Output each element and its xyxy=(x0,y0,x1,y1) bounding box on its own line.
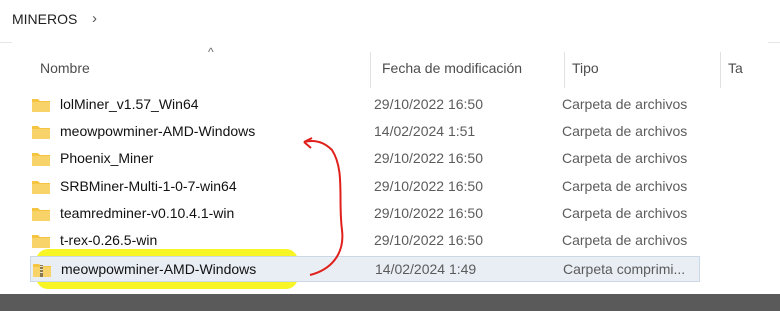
file-date: 29/10/2022 16:50 xyxy=(374,96,483,112)
folder-icon xyxy=(32,126,50,139)
column-divider[interactable] xyxy=(564,52,565,88)
list-item[interactable]: teamredminer-v0.10.4.1-win 29/10/2022 16… xyxy=(30,201,700,227)
list-item[interactable]: Phoenix_Miner 29/10/2022 16:50 Carpeta d… xyxy=(30,146,700,172)
file-name: meowpowminer-AMD-Windows xyxy=(60,123,256,139)
column-header-size[interactable]: Ta xyxy=(728,60,743,76)
breadcrumb-folder-mineros[interactable]: MINEROS xyxy=(12,11,77,27)
file-name: t-rex-0.26.5-win xyxy=(60,232,158,248)
column-divider[interactable] xyxy=(370,52,371,88)
file-date: 29/10/2022 16:50 xyxy=(374,205,483,221)
bottom-border xyxy=(0,294,780,311)
sort-ascending-icon: ^ xyxy=(208,45,214,59)
column-divider[interactable] xyxy=(720,52,721,88)
file-type: Carpeta de archivos xyxy=(562,150,688,166)
column-header-date[interactable]: Fecha de modificación xyxy=(382,60,522,76)
chevron-right-icon[interactable]: › xyxy=(92,10,97,27)
file-type: Carpeta de archivos xyxy=(562,123,688,139)
folder-icon xyxy=(32,181,50,194)
folder-icon xyxy=(32,235,50,248)
file-type: Carpeta de archivos xyxy=(562,232,688,248)
folder-icon xyxy=(32,99,50,112)
breadcrumb: MINEROS › xyxy=(0,0,780,43)
file-type: Carpeta comprimi... xyxy=(563,261,686,277)
column-header-type[interactable]: Tipo xyxy=(572,60,599,76)
folder-icon xyxy=(32,208,50,221)
file-date: 14/02/2024 1:49 xyxy=(375,261,477,277)
folder-icon xyxy=(32,153,50,166)
file-type: Carpeta de archivos xyxy=(562,178,688,194)
file-date: 29/10/2022 16:50 xyxy=(374,232,483,248)
file-name: teamredminer-v0.10.4.1-win xyxy=(60,205,235,221)
file-date: 29/10/2022 16:50 xyxy=(374,178,483,194)
list-item[interactable]: t-rex-0.26.5-win 29/10/2022 16:50 Carpet… xyxy=(30,228,700,254)
list-item-selected[interactable]: meowpowminer-AMD-Windows 14/02/2024 1:49… xyxy=(30,256,700,282)
file-name: lolMiner_v1.57_Win64 xyxy=(60,96,199,112)
column-header-name[interactable]: Nombre xyxy=(40,60,90,76)
file-date: 29/10/2022 16:50 xyxy=(374,150,483,166)
zip-folder-icon xyxy=(33,264,51,277)
file-type: Carpeta de archivos xyxy=(562,205,688,221)
file-name: meowpowminer-AMD-Windows xyxy=(61,261,257,277)
list-item[interactable]: SRBMiner-Multi-1-0-7-win64 29/10/2022 16… xyxy=(30,174,700,200)
list-item[interactable]: meowpowminer-AMD-Windows 14/02/2024 1:51… xyxy=(30,119,700,145)
list-item[interactable]: lolMiner_v1.57_Win64 29/10/2022 16:50 Ca… xyxy=(30,92,700,118)
file-date: 14/02/2024 1:51 xyxy=(374,123,476,139)
file-name: Phoenix_Miner xyxy=(60,150,154,166)
file-name: SRBMiner-Multi-1-0-7-win64 xyxy=(60,178,237,194)
file-type: Carpeta de archivos xyxy=(562,96,688,112)
